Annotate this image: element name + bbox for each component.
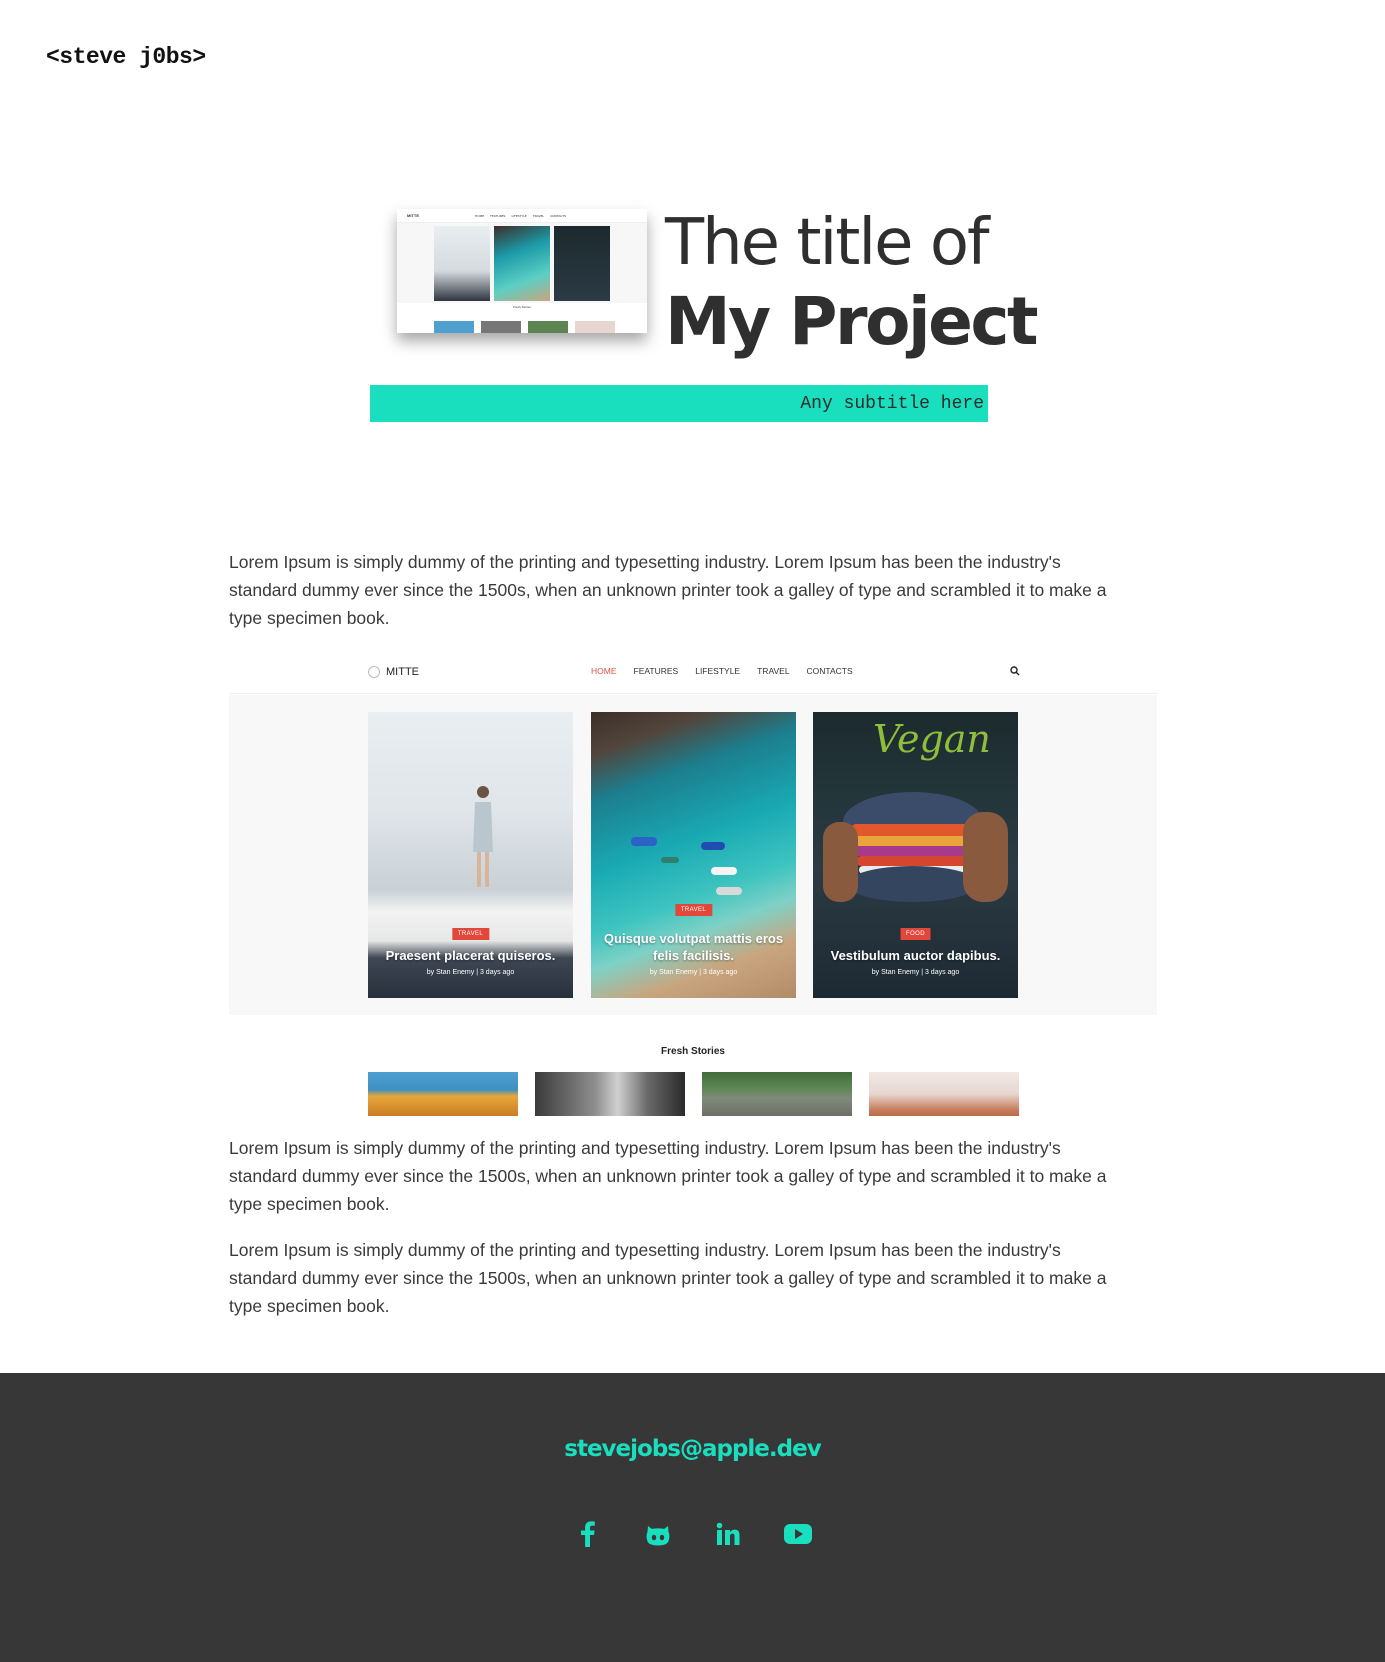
brand-logo-icon bbox=[368, 666, 380, 678]
screenshot-navbar: MITTE HOME FEATURES LIFESTYLE TRAVEL CON… bbox=[229, 654, 1157, 694]
card-meta: by Stan Enemy | 3 days ago bbox=[871, 969, 960, 976]
body-paragraph: Lorem Ipsum is simply dummy of the print… bbox=[229, 552, 1107, 628]
card-badge: TRAVEL bbox=[674, 904, 713, 916]
thumbnail-nav: MITTE HOME FEATURES LIFESTYLE TRAVEL CON… bbox=[397, 209, 647, 223]
thumbnail-menu-item: FEATURES bbox=[490, 213, 506, 218]
thumbnail-strip bbox=[528, 321, 568, 333]
hero-title-line2: My Project bbox=[665, 283, 1039, 360]
fresh-story-thumb[interactable] bbox=[368, 1072, 518, 1116]
card-badge: TRAVEL bbox=[451, 928, 490, 940]
card-title[interactable]: Quisque volutpat mattis eros felis facil… bbox=[591, 930, 796, 964]
thumbnail-menu-item: HOME bbox=[475, 213, 485, 218]
thumbnail-brand: MITTE bbox=[407, 213, 419, 218]
body-paragraph: Lorem Ipsum is simply dummy of the print… bbox=[229, 1240, 1107, 1316]
menu-item-features[interactable]: FEATURES bbox=[634, 666, 679, 676]
thumbnail-card bbox=[434, 226, 490, 301]
thumbnail-strip bbox=[434, 321, 474, 333]
thumbnail-card bbox=[494, 226, 550, 301]
footer: stevejobs@apple.dev bbox=[0, 1373, 1385, 1662]
fresh-story-thumb[interactable] bbox=[702, 1072, 852, 1116]
boats-figure bbox=[631, 837, 742, 895]
fresh-story-thumb[interactable] bbox=[869, 1072, 1019, 1116]
thumbnail-fresh-title: Fresh Stories bbox=[513, 305, 531, 309]
menu-item-travel[interactable]: TRAVEL bbox=[757, 666, 789, 676]
card-meta: by Stan Enemy | 3 days ago bbox=[426, 969, 515, 976]
thumbnail-card bbox=[554, 226, 610, 301]
facebook-icon[interactable] bbox=[573, 1519, 603, 1549]
svg-text:Vegan: Vegan bbox=[873, 717, 991, 761]
subtitle-bar: Any subtitle here bbox=[370, 385, 988, 422]
search-icon[interactable] bbox=[1010, 666, 1020, 676]
thumbnail-menu-item: LIFESTYLE bbox=[511, 213, 527, 218]
featured-stage: TRAVEL Praesent placerat quiseros. by St… bbox=[229, 695, 1157, 1015]
screenshot-brand: MITTE bbox=[368, 666, 419, 678]
thumbnail-menu-item: TRAVEL bbox=[532, 213, 545, 218]
contact-email-link[interactable]: stevejobs@apple.dev bbox=[0, 1436, 1385, 1462]
thumbnail-strip bbox=[481, 321, 521, 333]
featured-card[interactable]: Vegan FOOD Vestibulum auctor dapibus. by… bbox=[813, 712, 1018, 998]
linkedin-icon[interactable] bbox=[713, 1519, 743, 1549]
social-links bbox=[0, 1519, 1385, 1549]
card-title[interactable]: Praesent placerat quiseros. bbox=[368, 947, 573, 964]
menu-item-lifestyle[interactable]: LIFESTYLE bbox=[695, 666, 740, 676]
person-figure bbox=[473, 786, 493, 887]
card-badge: FOOD bbox=[900, 928, 931, 940]
featured-card[interactable]: TRAVEL Praesent placerat quiseros. by St… bbox=[368, 712, 573, 998]
thumbnail-menu-item: CONTACTS bbox=[550, 213, 567, 218]
project-screenshot: MITTE HOME FEATURES LIFESTYLE TRAVEL CON… bbox=[229, 654, 1157, 1116]
hero-title: The title of My Project bbox=[665, 206, 1039, 360]
site-logo[interactable]: <steve j0bs> bbox=[46, 44, 206, 70]
github-icon[interactable] bbox=[643, 1519, 673, 1549]
brand-label: MITTE bbox=[386, 666, 419, 678]
card-meta: by Stan Enemy | 3 days ago bbox=[649, 969, 738, 976]
screenshot-menu: HOME FEATURES LIFESTYLE TRAVEL CONTACTS bbox=[591, 666, 853, 676]
youtube-icon[interactable] bbox=[783, 1519, 813, 1549]
featured-card[interactable]: TRAVEL Quisque volutpat mattis eros feli… bbox=[591, 712, 796, 998]
card-title[interactable]: Vestibulum auctor dapibus. bbox=[813, 947, 1018, 964]
menu-item-contacts[interactable]: CONTACTS bbox=[807, 666, 853, 676]
body-paragraph: Lorem Ipsum is simply dummy of the print… bbox=[229, 1138, 1107, 1214]
thumbnail-strip bbox=[575, 321, 615, 333]
thumbnail-stage bbox=[397, 223, 647, 303]
fresh-story-thumb[interactable] bbox=[535, 1072, 685, 1116]
menu-item-home[interactable]: HOME bbox=[591, 666, 617, 676]
hero-title-line1: The title of bbox=[665, 206, 990, 280]
hero-subtitle: Any subtitle here bbox=[800, 394, 984, 414]
project-thumbnail: MITTE HOME FEATURES LIFESTYLE TRAVEL CON… bbox=[397, 209, 647, 333]
fresh-stories-title: Fresh Stories bbox=[661, 1046, 725, 1057]
